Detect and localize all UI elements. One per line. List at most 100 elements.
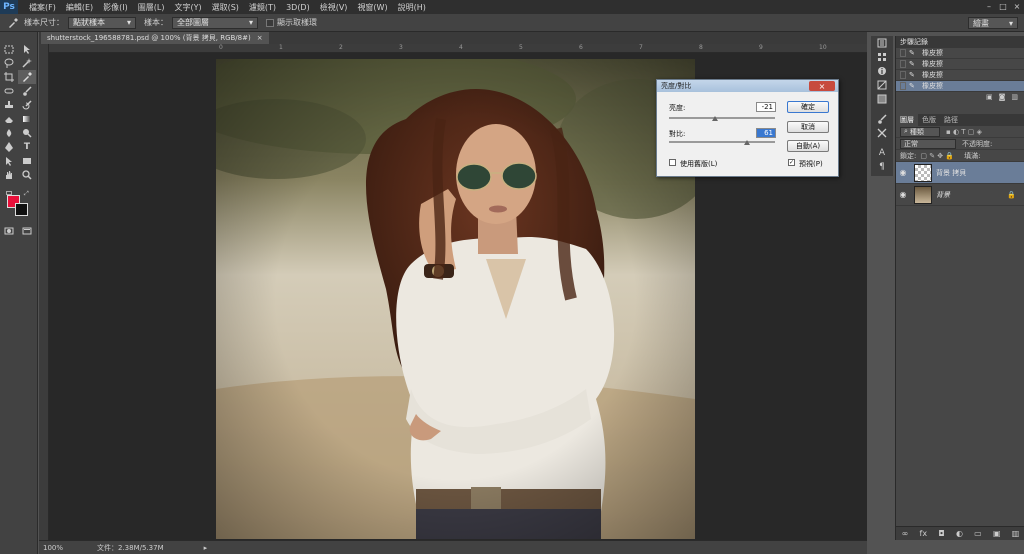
toolbar-grip[interactable] bbox=[0, 32, 37, 42]
brightness-slider-thumb[interactable] bbox=[711, 116, 718, 121]
contrast-slider-thumb[interactable] bbox=[744, 140, 751, 145]
new-layer-icon[interactable]: ▣ bbox=[993, 529, 1001, 538]
styles-panel-icon[interactable] bbox=[871, 92, 893, 106]
brightness-slider-track[interactable] bbox=[669, 117, 775, 119]
contrast-input[interactable]: 61 bbox=[756, 128, 776, 138]
eyedropper-tool-preset-icon[interactable] bbox=[6, 16, 20, 30]
mask-icon[interactable]: ◘ bbox=[938, 529, 944, 538]
screen-mode-icon[interactable] bbox=[18, 224, 36, 238]
close-tab-icon[interactable]: × bbox=[257, 34, 263, 42]
dialog-titlebar[interactable]: 亮度/對比 × bbox=[657, 80, 838, 92]
menu-file[interactable]: 檔案(F) bbox=[24, 2, 61, 13]
layer-name[interactable]: 背景 bbox=[936, 190, 950, 200]
history-tab[interactable]: 步驟記錄 bbox=[896, 36, 1024, 48]
brightness-input[interactable]: -21 bbox=[756, 102, 776, 112]
blur-tool-icon[interactable] bbox=[0, 126, 18, 140]
eye-icon[interactable]: ◉ bbox=[896, 190, 910, 199]
path-selection-tool-icon[interactable] bbox=[0, 154, 18, 168]
layer-name[interactable]: 背景 拷貝 bbox=[936, 168, 966, 178]
move-tool-icon[interactable] bbox=[18, 42, 36, 56]
marquee-tool-icon[interactable] bbox=[0, 42, 18, 56]
menu-filter[interactable]: 濾鏡(T) bbox=[244, 2, 281, 13]
layer-row[interactable]: ◉ 背景 拷貝 bbox=[896, 162, 1024, 184]
sample-size-select[interactable]: 點狀樣本 ▾ bbox=[68, 16, 136, 29]
group-icon[interactable]: ▭ bbox=[974, 529, 982, 538]
history-source-box[interactable] bbox=[900, 49, 906, 57]
status-menu-arrow-icon[interactable]: ▸ bbox=[204, 544, 208, 552]
history-brush-tool-icon[interactable] bbox=[18, 98, 36, 112]
menu-layer[interactable]: 圖層(L) bbox=[133, 2, 170, 13]
lock-options-icons[interactable]: ▢ ✎ ✥ 🔒 bbox=[920, 152, 954, 160]
healing-brush-tool-icon[interactable] bbox=[0, 84, 18, 98]
menu-view[interactable]: 檢視(V) bbox=[315, 2, 353, 13]
tab-paths[interactable]: 路徑 bbox=[940, 114, 962, 126]
blend-mode-select[interactable]: 正常 bbox=[900, 138, 956, 149]
swap-colors-icon[interactable]: ⤢ bbox=[24, 190, 29, 198]
workspace-select[interactable]: 繪畫 ▾ bbox=[968, 17, 1018, 29]
paragraph-panel-icon[interactable]: ¶ bbox=[871, 160, 893, 174]
brush-tool-icon[interactable] bbox=[18, 84, 36, 98]
link-icon[interactable]: ∞ bbox=[902, 529, 909, 538]
menu-select[interactable]: 選取(S) bbox=[207, 2, 244, 13]
tab-channels[interactable]: 色版 bbox=[918, 114, 940, 126]
character-panel-icon[interactable]: A bbox=[871, 146, 893, 160]
cancel-button[interactable]: 取消 bbox=[787, 121, 829, 133]
pen-tool-icon[interactable] bbox=[0, 140, 18, 154]
document-tab[interactable]: shutterstock_196588781.psd @ 100% (背景 拷貝… bbox=[41, 32, 269, 44]
clone-stamp-tool-icon[interactable] bbox=[0, 98, 18, 112]
info-panel-icon[interactable] bbox=[871, 64, 893, 78]
menu-window[interactable]: 視窗(W) bbox=[352, 2, 392, 13]
dodge-tool-icon[interactable] bbox=[18, 126, 36, 140]
history-source-box[interactable] bbox=[900, 71, 906, 79]
minimize-button[interactable]: – bbox=[982, 0, 996, 12]
eraser-tool-icon[interactable] bbox=[0, 112, 18, 126]
menu-3d[interactable]: 3D(D) bbox=[281, 3, 315, 12]
ok-button[interactable]: 確定 bbox=[787, 101, 829, 113]
use-legacy-checkbox[interactable] bbox=[669, 159, 676, 166]
maximize-button[interactable]: □ bbox=[996, 0, 1010, 12]
gradient-tool-icon[interactable] bbox=[18, 112, 36, 126]
tool-presets-panel-icon[interactable] bbox=[871, 126, 893, 140]
history-source-box[interactable] bbox=[900, 82, 906, 90]
tab-layers[interactable]: 圖層 bbox=[896, 114, 918, 126]
quick-mask-icon[interactable] bbox=[0, 224, 18, 238]
dialog-close-button[interactable]: × bbox=[809, 81, 835, 91]
sample-select[interactable]: 全部圖層 ▾ bbox=[172, 16, 258, 29]
menu-edit[interactable]: 編輯(E) bbox=[61, 2, 98, 13]
adjustments-panel-icon[interactable] bbox=[871, 78, 893, 92]
history-item[interactable]: ✎ 橡皮擦 bbox=[896, 48, 1024, 59]
magic-wand-tool-icon[interactable] bbox=[18, 56, 36, 70]
layer-row[interactable]: ◉ 背景 🔒 bbox=[896, 184, 1024, 206]
history-source-box[interactable] bbox=[900, 60, 906, 68]
menu-help[interactable]: 說明(H) bbox=[393, 2, 431, 13]
auto-button[interactable]: 自動(A) bbox=[787, 140, 829, 152]
eye-icon[interactable]: ◉ bbox=[896, 168, 910, 177]
document-image[interactable] bbox=[216, 59, 695, 539]
layer-filter-select[interactable]: ⌕ 種類 bbox=[900, 126, 940, 137]
crop-tool-icon[interactable] bbox=[0, 70, 18, 84]
close-button[interactable]: × bbox=[1010, 0, 1024, 12]
background-color-swatch[interactable] bbox=[15, 203, 28, 216]
history-item[interactable]: ✎ 橡皮擦 bbox=[896, 70, 1024, 81]
filter-icons[interactable]: ▪ ◐ T ▢ ◈ bbox=[946, 128, 982, 136]
trash-icon[interactable]: ▥ bbox=[1011, 93, 1018, 101]
history-panel-icon[interactable] bbox=[871, 36, 893, 50]
camera-icon[interactable]: ◙ bbox=[999, 93, 1006, 101]
lasso-tool-icon[interactable] bbox=[0, 56, 18, 70]
preview-checkbox[interactable]: ✓ bbox=[788, 159, 795, 166]
contrast-slider-track[interactable] bbox=[669, 141, 775, 143]
type-tool-icon[interactable]: T bbox=[18, 140, 36, 154]
history-item-selected[interactable]: ✎ 橡皮擦 bbox=[896, 81, 1024, 92]
eyedropper-tool-icon[interactable] bbox=[18, 70, 36, 84]
history-item[interactable]: ✎ 橡皮擦 bbox=[896, 59, 1024, 70]
menu-type[interactable]: 文字(Y) bbox=[169, 2, 206, 13]
show-ring-checkbox[interactable] bbox=[266, 18, 274, 27]
trash-icon[interactable]: ▥ bbox=[1012, 529, 1020, 538]
brush-presets-panel-icon[interactable] bbox=[871, 112, 893, 126]
zoom-level[interactable]: 100% bbox=[43, 544, 73, 552]
zoom-tool-icon[interactable] bbox=[18, 168, 36, 182]
swatches-panel-icon[interactable] bbox=[871, 50, 893, 64]
rectangle-tool-icon[interactable] bbox=[18, 154, 36, 168]
new-document-icon[interactable]: ▣ bbox=[986, 93, 993, 101]
hand-tool-icon[interactable] bbox=[0, 168, 18, 182]
